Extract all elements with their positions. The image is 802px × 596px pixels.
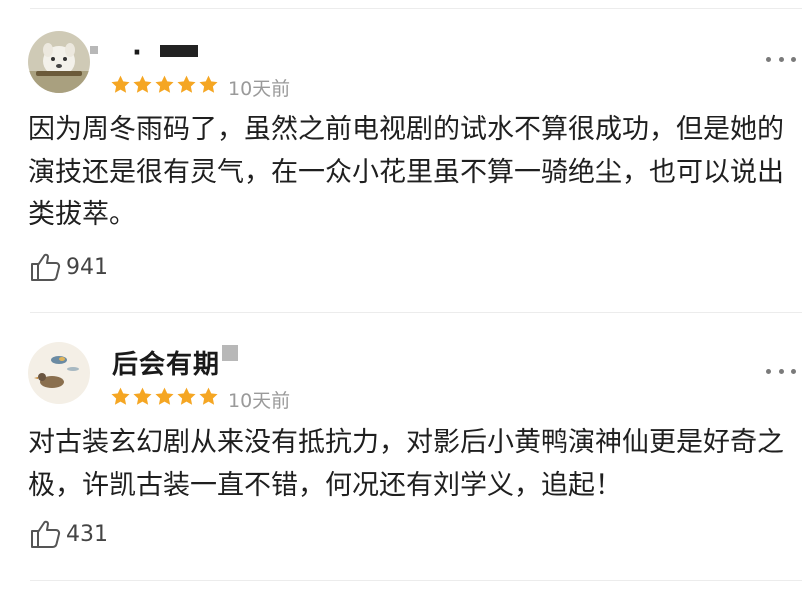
star-icon — [155, 387, 174, 405]
more-icon[interactable] — [766, 367, 796, 375]
star-icon — [111, 387, 130, 405]
comment-content: 对古装玄幻剧从来没有抵抗力，对影后小黄鸭演神仙更是好奇之极，许凯古装一直不错，何… — [28, 427, 784, 501]
star-icon — [111, 75, 130, 93]
comment-item: · 10天前 因为周冬雨码了，虽然之前电视剧的试水不算很成功，但是她的演技还是很… — [0, 0, 802, 310]
divider — [30, 580, 802, 581]
star-icon — [133, 75, 152, 93]
star-rating — [110, 386, 219, 407]
thumbs-up-icon — [31, 520, 61, 548]
more-icon[interactable] — [766, 55, 796, 63]
star-rating — [110, 74, 219, 95]
duck-avatar-icon — [28, 342, 90, 404]
avatar[interactable] — [28, 342, 90, 404]
censor-mark — [222, 345, 238, 361]
comment-item: 后会有期 10天前 对古装玄幻剧从来没有抵抗力，对影后小黄鸭演神仙更是好奇之极，… — [0, 312, 802, 582]
like-button[interactable]: 941 — [30, 252, 108, 282]
like-button[interactable]: 431 — [30, 519, 108, 549]
star-icon — [177, 387, 196, 405]
comment-time: 10天前 — [228, 390, 291, 412]
star-icon — [155, 75, 174, 93]
censor-mark — [90, 46, 98, 54]
avatar[interactable] — [28, 31, 90, 93]
star-icon — [199, 75, 218, 93]
dog-avatar-icon — [28, 31, 90, 93]
star-icon — [177, 75, 196, 93]
like-count: 431 — [66, 521, 108, 547]
comment-content: 因为周冬雨码了，虽然之前电视剧的试水不算很成功，但是她的演技还是很有灵气，在一众… — [28, 114, 784, 230]
censor-mark — [160, 45, 198, 57]
username[interactable]: 后会有期 — [112, 344, 220, 381]
username[interactable]: · — [132, 38, 143, 68]
star-icon — [199, 387, 218, 405]
like-count: 941 — [66, 254, 108, 280]
comment-time: 10天前 — [228, 78, 291, 100]
thumbs-up-icon — [31, 253, 61, 281]
star-icon — [133, 387, 152, 405]
